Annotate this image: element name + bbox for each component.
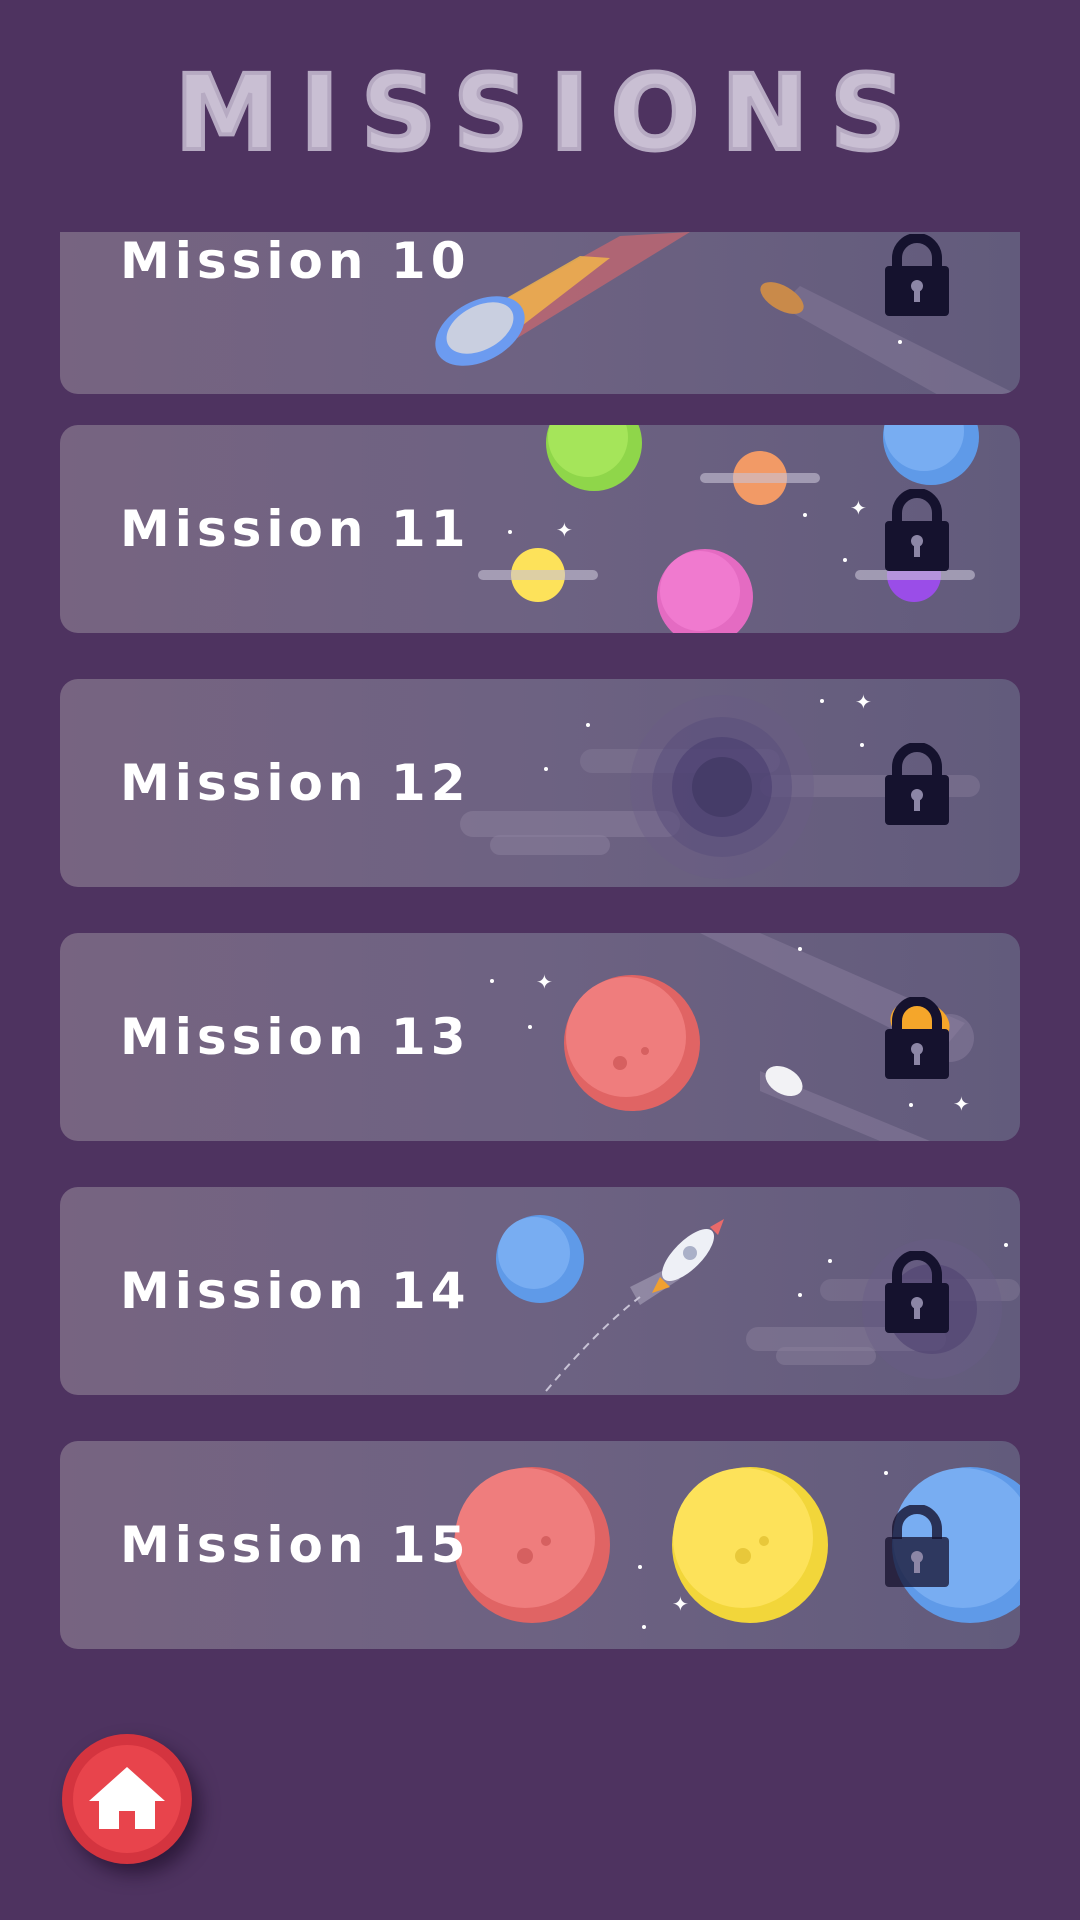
lock-icon <box>885 1505 949 1587</box>
home-button-face <box>73 1745 181 1853</box>
svg-text:✦: ✦ <box>536 970 553 994</box>
mission-label: Mission 13 <box>120 1008 471 1066</box>
svg-text:✦: ✦ <box>556 518 573 542</box>
lock-icon <box>885 234 949 316</box>
mission-list[interactable]: ✦ Mission 10 ✦ ✦ <box>60 232 1020 1662</box>
mission-card-12[interactable]: ✦ Mission 12 <box>60 679 1020 887</box>
mission-label: Mission 15 <box>120 1516 471 1574</box>
mission-label: Mission 12 <box>120 754 471 812</box>
mission-label: Mission 14 <box>120 1262 471 1320</box>
mission-card-10[interactable]: ✦ Mission 10 <box>60 232 1020 394</box>
mission-label: Mission 11 <box>120 500 471 558</box>
mission-card-11[interactable]: ✦ ✦ Mission 11 <box>60 425 1020 633</box>
mission-card-13[interactable]: ✦ ✦ Mission 13 <box>60 933 1020 1141</box>
lock-icon <box>885 1251 949 1333</box>
svg-text:✦: ✦ <box>855 690 872 714</box>
svg-text:✦: ✦ <box>672 1592 689 1616</box>
mission-card-14[interactable]: Mission 14 <box>60 1187 1020 1395</box>
mission-label: Mission 10 <box>120 232 471 290</box>
svg-text:✦: ✦ <box>850 496 867 520</box>
lock-icon <box>885 489 949 571</box>
mission-card-15[interactable]: ✦ Mission 15 <box>60 1441 1020 1649</box>
page-title: MISSIONS <box>173 50 928 176</box>
home-icon <box>89 1767 165 1829</box>
lock-icon <box>885 997 949 1079</box>
lock-icon <box>885 743 949 825</box>
svg-text:✦: ✦ <box>953 1092 970 1116</box>
home-button[interactable] <box>62 1734 192 1864</box>
